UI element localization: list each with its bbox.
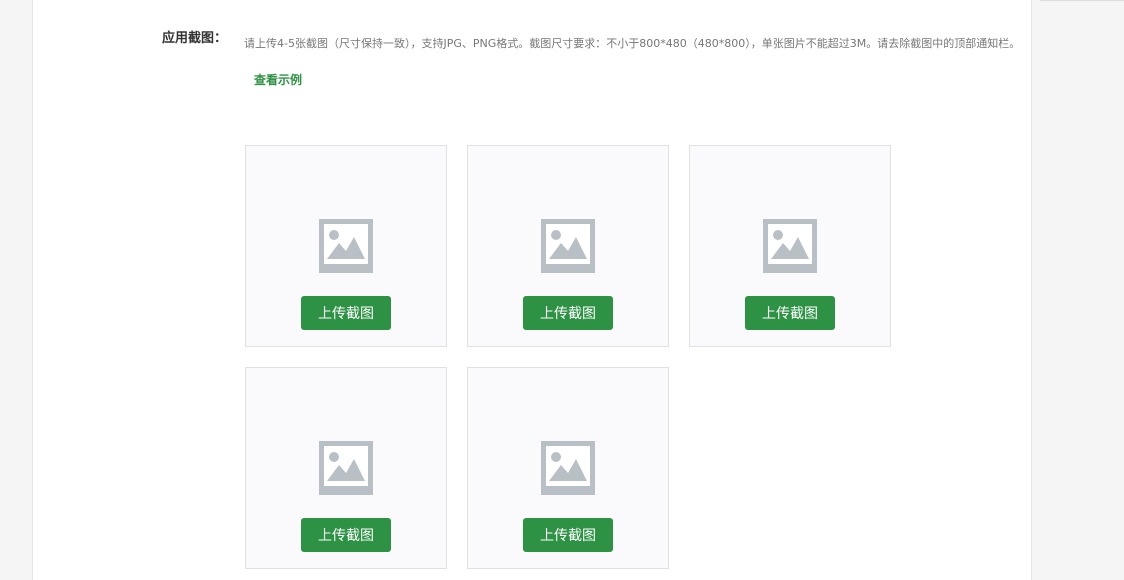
image-placeholder-icon [541,441,595,495]
upload-screenshot-button[interactable]: 上传截图 [301,296,391,330]
screenshots-label: 应用截图： [162,31,228,46]
description-text: 请上传4-5张截图（尺寸保持一致），支持JPG、PNG格式。截图尺寸要求：不小于… [244,37,1021,50]
image-placeholder-icon [319,441,373,495]
screenshot-slot-3[interactable]: 上传截图 [689,145,891,347]
view-example-link[interactable]: 查看示例 [254,73,302,87]
screenshot-slot-2[interactable]: 上传截图 [467,145,669,347]
upload-screenshot-button[interactable]: 上传截图 [523,518,613,552]
image-placeholder-icon [319,219,373,273]
screenshots-description: 请上传4-5张截图（尺寸保持一致），支持JPG、PNG格式。截图尺寸要求：不小于… [244,26,1034,99]
screenshot-slot-5[interactable]: 上传截图 [467,367,669,569]
image-placeholder-icon [763,219,817,273]
upload-screenshot-button[interactable]: 上传截图 [745,296,835,330]
upload-screenshot-button[interactable]: 上传截图 [301,518,391,552]
screenshot-slot-4[interactable]: 上传截图 [245,367,447,569]
image-placeholder-icon [541,219,595,273]
right-divider [1040,0,1124,1]
upload-screenshot-button[interactable]: 上传截图 [523,296,613,330]
screenshot-slot-1[interactable]: 上传截图 [245,145,447,347]
